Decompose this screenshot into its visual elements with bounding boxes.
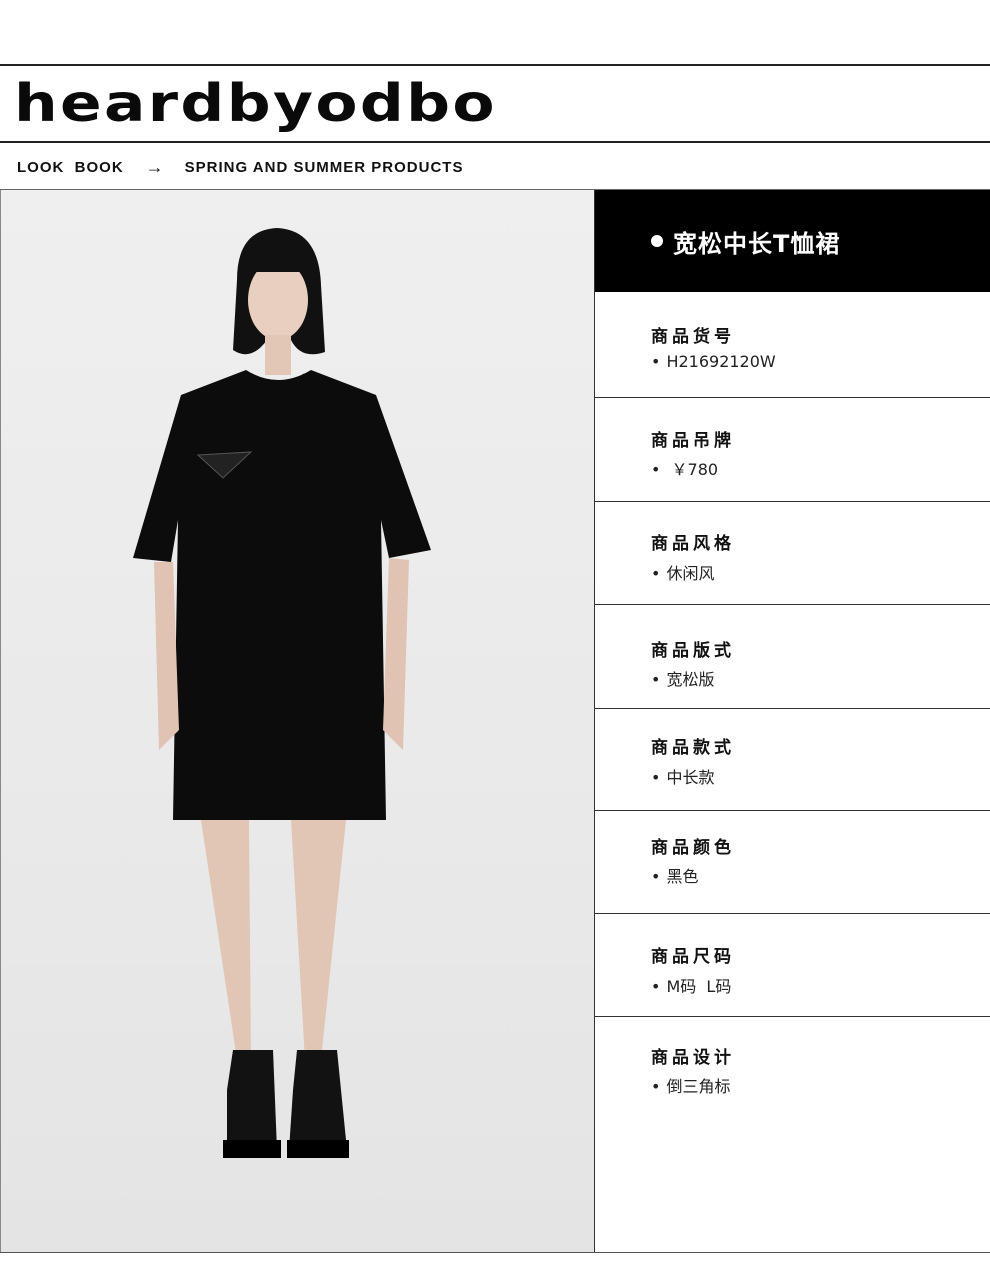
- product-title-bar: 宽松中长T恤裙: [595, 190, 990, 292]
- attr-value-text: H21692120W: [666, 352, 776, 371]
- arrow-right-icon: →: [145, 156, 165, 177]
- attr-label: 商品版式: [651, 641, 735, 661]
- header-rule: [0, 141, 990, 143]
- attr-label: 商品货号: [651, 327, 735, 347]
- breadcrumb-collection[interactable]: SPRING AND SUMMER PRODUCTS: [185, 159, 464, 176]
- attr-length: 商品款式 • 中长款: [595, 709, 990, 811]
- attr-value: • 宽松版: [651, 670, 715, 689]
- attr-label: 商品尺码: [651, 947, 735, 967]
- attr-label: 商品风格: [651, 534, 735, 554]
- top-rule: [0, 64, 990, 66]
- attr-tag-price: 商品吊牌 • ￥780: [595, 398, 990, 502]
- attr-value-text: M码 L码: [666, 977, 732, 996]
- attr-value-text: 倒三角标: [666, 1077, 731, 1096]
- model-illustration: [133, 228, 431, 1158]
- product-title: 宽松中长T恤裙: [673, 229, 841, 258]
- attr-label: 商品设计: [651, 1048, 735, 1068]
- attr-sku: 商品货号 • H21692120W: [595, 292, 990, 398]
- attr-value: • 休闲风: [651, 564, 715, 583]
- attr-value-text: 黑色: [666, 867, 699, 886]
- product-details-panel: 宽松中长T恤裙 商品货号 • H21692120W 商品吊牌 • ￥780 商品风…: [594, 190, 990, 1252]
- attr-value: • 倒三角标: [651, 1077, 731, 1096]
- product-photo: [0, 190, 595, 1252]
- attr-value: • 中长款: [651, 768, 715, 787]
- attr-fit: 商品版式 • 宽松版: [595, 605, 990, 709]
- attr-value-text: 休闲风: [666, 564, 715, 583]
- attr-value-text: ￥780: [666, 460, 719, 479]
- bottom-rule: [0, 1252, 990, 1253]
- attr-color: 商品颜色 • 黑色: [595, 811, 990, 914]
- attr-design: 商品设计 • 倒三角标: [595, 1017, 990, 1252]
- breadcrumb-lookbook[interactable]: LOOK BOOK: [17, 159, 124, 176]
- attr-label: 商品款式: [651, 738, 735, 758]
- attr-value: • ￥780: [651, 460, 719, 479]
- attr-value: • M码 L码: [651, 977, 732, 996]
- brand-logo: heardbyodbo: [14, 74, 497, 134]
- attr-style: 商品风格 • 休闲风: [595, 502, 990, 605]
- attr-value: • H21692120W: [651, 352, 776, 371]
- attr-label: 商品颜色: [651, 838, 735, 858]
- breadcrumb: LOOK BOOK → SPRING AND SUMMER PRODUCTS: [17, 157, 463, 177]
- attr-value-text: 宽松版: [666, 670, 715, 689]
- bullet-icon: [651, 235, 663, 247]
- attr-label: 商品吊牌: [651, 431, 735, 451]
- attr-value: • 黑色: [651, 867, 699, 886]
- attr-value-text: 中长款: [666, 768, 715, 787]
- attr-size: 商品尺码 • M码 L码: [595, 914, 990, 1017]
